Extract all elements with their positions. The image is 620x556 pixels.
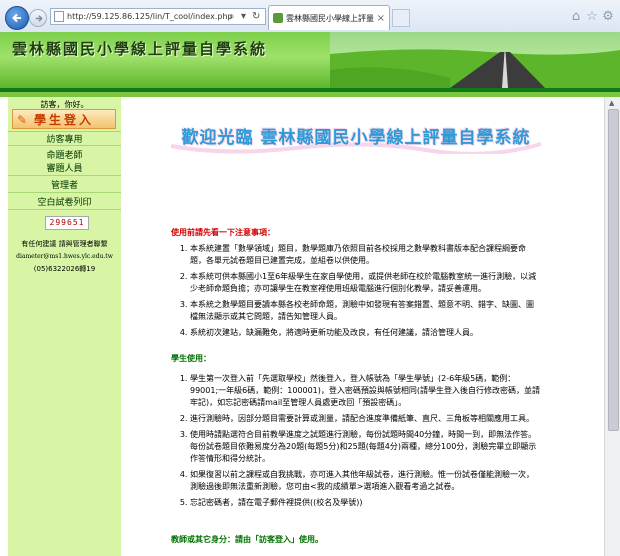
list-item: 學生第一次登入前「先選取學校」然後登入，登入帳號為「學生學號」(2-6年級5碼，… [190, 373, 540, 409]
notice-list: 本系統建置「數學領域」題目，數學題庫乃依照目前各校採用之數學教科書版本配合課程綱… [172, 243, 540, 343]
scroll-up-icon[interactable]: ▲ [609, 99, 614, 107]
student-list: 學生第一次登入前「先選取學校」然後登入，登入帳號為「學生學號」(2-6年級5碼，… [172, 373, 540, 513]
sidebar-item-teacher-reviewer[interactable]: 命題老師 審題人員 [8, 146, 121, 176]
list-item: 本系統之數學題目要讀本縣各校老師命題，測驗中如發現有答案錯置、題意不明、錯字、缺… [190, 299, 540, 323]
forward-button[interactable] [29, 9, 47, 27]
contact-email[interactable]: diameter@ms1.hwes.ylc.edu.tw [8, 253, 121, 260]
vertical-scrollbar[interactable]: ▲ [604, 97, 620, 556]
close-icon[interactable]: × [377, 13, 385, 24]
sidebar-item-label: 命題老師 [46, 150, 83, 161]
welcome-banner-text: 歡迎光臨 雲林縣國民小學線上評量自學系統 [181, 128, 531, 148]
star-icon[interactable]: ☆ [584, 8, 600, 24]
contact-title: 有任何建議 請與管理者聯繫 [21, 240, 108, 248]
visitor-counter: 299651 [45, 216, 89, 230]
list-item: 使用時請點選符合目前教學進度之試題進行測驗，每份試題時間40分鐘，時間一到，即無… [190, 429, 540, 465]
new-tab-button[interactable] [392, 9, 410, 27]
notice-heading: 使用前請先看一下注意事項： [171, 228, 275, 237]
student-login-button[interactable]: ✎ 學生登入 [12, 109, 116, 129]
gear-icon[interactable]: ⚙ [600, 8, 616, 24]
page-icon [54, 11, 64, 22]
search-icon[interactable]: ⌕ [229, 11, 235, 22]
browser-toolbar: http://59.125.86.125/lin/T_cool/index.ph… [0, 0, 620, 33]
sidebar-item-admin[interactable]: 管理者 [8, 176, 121, 193]
student-login-label: 學生登入 [33, 112, 94, 127]
main-content: 歡迎光臨 雲林縣國民小學線上評量自學系統 使用前請先看一下注意事項： 本系統建置… [121, 97, 604, 556]
arrow-left-icon [12, 13, 21, 23]
site-title: 雲林縣國民小學線上評量自學系統 [12, 40, 268, 58]
sidebar-item-label: 管理者 [50, 180, 78, 191]
sidebar-item-blank-print[interactable]: 空白試卷列印 [8, 193, 121, 210]
student-heading: 學生使用： [171, 354, 211, 363]
arrow-right-icon [35, 14, 43, 22]
tab-title: 雲林縣國民小學線上評量自... [286, 13, 374, 23]
list-item: 忘記密碼者，請在電子郵件裡提供((校名及學號)) [190, 497, 540, 509]
teacher-heading: 教師或其它身分：請由「訪客登入」使用。 [171, 535, 323, 544]
list-item: 本系統可供本縣國小1至6年級學生在家自學使用，或提供老師在校於電腦教室統一進行測… [190, 271, 540, 295]
address-bar[interactable]: http://59.125.86.125/lin/T_cool/index.ph… [50, 8, 266, 25]
contact-phone: (05)6322026轉19 [33, 265, 96, 273]
list-item: 如果復習以前之課程或自我挑戰，亦可進入其他年級試卷，進行測驗。惟一份試卷僅能測驗… [190, 469, 540, 493]
sidebar-item-label: 訪客專用 [46, 135, 83, 145]
sidebar-item-label: 審題人員 [46, 163, 83, 174]
home-icon[interactable]: ⌂ [568, 8, 584, 24]
refresh-icon[interactable]: ↻ [252, 11, 260, 22]
sidebar-item-guest[interactable]: 訪客專用 [8, 131, 121, 146]
road-image [330, 32, 620, 88]
browser-tab[interactable]: 雲林縣國民小學線上評量自... × [268, 5, 390, 30]
list-item: 本系統建置「數學領域」題目，數學題庫乃依照目前各校採用之數學教科書版本配合課程綱… [190, 243, 540, 267]
scrollbar-thumb[interactable] [608, 109, 619, 431]
sidebar: 訪客，你好。 ✎ 學生登入 訪客專用 命題老師 審題人員 管理者 空白試卷列印 … [8, 97, 121, 556]
site-banner: 雲林縣國民小學線上評量自學系統 [0, 32, 620, 88]
favicon-icon [273, 13, 283, 23]
pencil-icon: ✎ [17, 113, 28, 127]
sidebar-item-label: 空白試卷列印 [37, 197, 92, 208]
list-item: 進行測驗時，因部分題目需要計算或測量，請配合進度準備紙筆、直尺、三角板等相關應用… [190, 413, 540, 425]
welcome-banner: 歡迎光臨 雲林縣國民小學線上評量自學系統 [166, 120, 546, 154]
dropdown-icon[interactable]: ▾ [241, 11, 246, 22]
address-url: http://59.125.86.125/lin/T_cool/index.ph… [67, 12, 233, 21]
back-button[interactable] [5, 6, 29, 30]
list-item: 系統初次建站，缺漏難免，將適時更新功能及改良，有任何建議，請洽管理人員。 [190, 327, 540, 339]
